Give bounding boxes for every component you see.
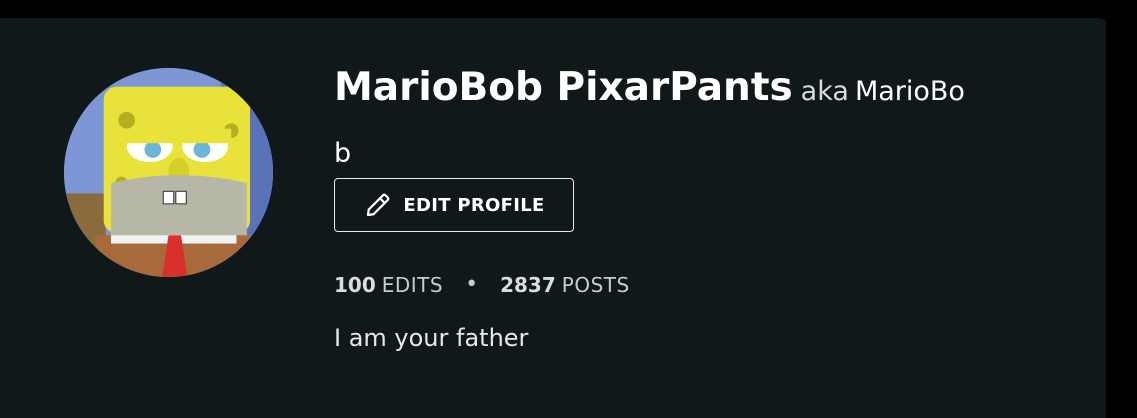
profile-card: MarioBob PixarPants aka MarioBo b EDIT PRO…	[0, 18, 1106, 418]
profile-stats: 100 EDITS • 2837 POSTS	[334, 272, 630, 297]
username-wrap: b	[334, 138, 352, 169]
edit-profile-label: EDIT PROFILE	[403, 194, 545, 216]
aka-label: aka	[800, 76, 849, 107]
name-line: MarioBob PixarPants aka MarioBo	[334, 66, 1034, 117]
edits-label: EDITS	[381, 272, 444, 297]
posts-count: 2837	[500, 272, 556, 297]
pencil-icon	[363, 190, 393, 220]
edits-count: 100	[334, 272, 376, 297]
profile-bio: I am your father	[334, 324, 529, 352]
avatar-image	[64, 68, 273, 277]
username: MarioBo	[854, 76, 965, 107]
avatar[interactable]	[64, 68, 273, 277]
edit-profile-button[interactable]: EDIT PROFILE	[334, 178, 574, 232]
posts-label: POSTS	[561, 272, 630, 297]
stats-separator: •	[465, 272, 479, 297]
display-name: MarioBob PixarPants	[334, 65, 793, 110]
